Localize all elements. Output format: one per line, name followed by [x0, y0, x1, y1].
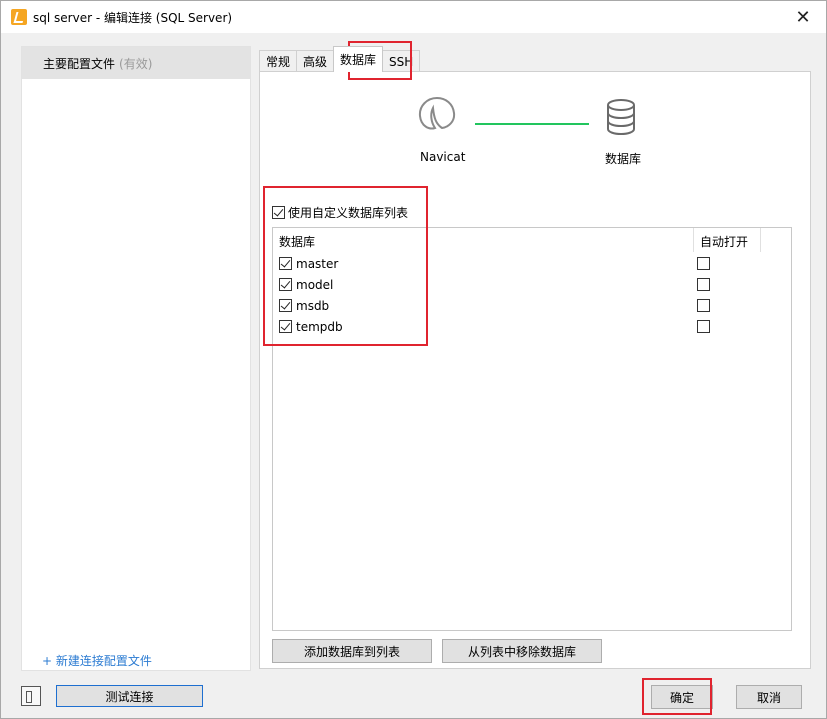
table-row: master: [279, 253, 779, 274]
table-row: model: [279, 274, 779, 295]
tab-general[interactable]: 常规: [259, 50, 298, 72]
table-header: 数据库 自动打开: [273, 228, 791, 252]
database-label: 数据库: [605, 152, 642, 166]
tab-ssh[interactable]: SSH: [382, 50, 421, 72]
db-name: tempdb: [296, 319, 343, 334]
remove-database-button[interactable]: 从列表中移除数据库: [442, 639, 602, 663]
column-header-auto-open: 自动打开: [693, 228, 761, 252]
add-database-button[interactable]: 添加数据库到列表: [272, 639, 432, 663]
database-list-table: 数据库 自动打开 master model msdb tempdb: [272, 227, 792, 631]
navicat-app-icon: [11, 9, 27, 25]
connection-line: [475, 123, 589, 125]
table-row: msdb: [279, 295, 779, 316]
db-name: master: [296, 256, 339, 271]
db-select-checkbox[interactable]: [279, 278, 292, 291]
title-bar: sql server - 编辑连接 (SQL Server) ✕: [1, 1, 826, 33]
custom-db-list-checkbox[interactable]: [272, 206, 285, 219]
column-header-database: 数据库: [279, 235, 316, 249]
auto-open-checkbox[interactable]: [697, 278, 710, 291]
db-name: msdb: [296, 298, 330, 313]
tab-bar: 常规 高级 数据库 SSH: [259, 46, 421, 72]
sidebar-item-main-profile[interactable]: 主要配置文件 (有效): [22, 47, 250, 79]
tab-databases[interactable]: 数据库: [333, 46, 384, 72]
auto-open-checkbox[interactable]: [697, 299, 710, 312]
close-button[interactable]: ✕: [780, 1, 826, 33]
custom-db-list-label: 使用自定义数据库列表: [288, 206, 409, 220]
sidebar-toggle-icon[interactable]: [21, 686, 41, 706]
db-select-checkbox[interactable]: [279, 299, 292, 312]
window-title: sql server - 编辑连接 (SQL Server): [33, 10, 233, 25]
tab-advanced[interactable]: 高级: [296, 50, 335, 72]
cancel-button[interactable]: 取消: [736, 685, 802, 709]
ok-button[interactable]: 确定: [651, 685, 713, 709]
connection-diagram: Navicat 数据库: [415, 94, 655, 169]
profile-sidebar: 主要配置文件 (有效) + 新建连接配置文件: [21, 46, 251, 671]
profile-name: 主要配置文件: [43, 56, 116, 71]
new-profile-link[interactable]: + 新建连接配置文件: [42, 652, 152, 669]
table-row: tempdb: [279, 316, 779, 337]
auto-open-checkbox[interactable]: [697, 320, 710, 333]
db-name: model: [296, 277, 334, 292]
edit-connection-dialog: sql server - 编辑连接 (SQL Server) ✕ 主要配置文件 …: [0, 0, 827, 719]
db-select-checkbox[interactable]: [279, 320, 292, 333]
navicat-label: Navicat: [420, 150, 466, 164]
db-select-checkbox[interactable]: [279, 257, 292, 270]
database-icon: [607, 99, 635, 136]
database-tab-panel: Navicat 数据库 使用自定义数据库列表 数据库 自动打开 master m…: [259, 71, 811, 669]
profile-status: (有效): [119, 56, 153, 71]
navicat-logo-icon: [418, 96, 456, 130]
test-connection-button[interactable]: 测试连接: [56, 685, 203, 707]
auto-open-checkbox[interactable]: [697, 257, 710, 270]
custom-db-list-option[interactable]: 使用自定义数据库列表: [272, 204, 408, 221]
